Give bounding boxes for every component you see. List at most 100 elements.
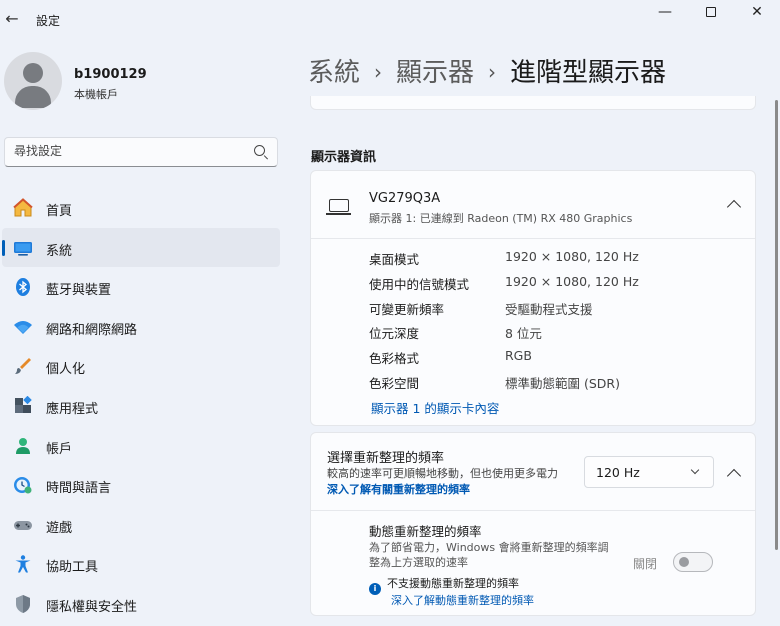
dynamic-refresh-toggle-label: 關閉 <box>633 557 658 571</box>
select-display-card <box>310 96 756 110</box>
info-value: 1920 × 1080, 120 Hz <box>505 249 639 264</box>
info-key: 使用中的信號模式 <box>369 276 470 292</box>
info-value: 1920 × 1080, 120 Hz <box>505 273 639 289</box>
back-arrow-icon: ← <box>5 9 19 28</box>
page-title: 進階型顯示器 <box>510 58 667 88</box>
sidebar-item-label: 應用程式 <box>46 401 99 417</box>
sidebar-item-gaming[interactable]: 遊戲 <box>2 505 280 545</box>
monitor-name: VG279Q3A <box>369 191 441 206</box>
user-name: b1900129 <box>74 67 147 82</box>
refresh-rate-learn-link[interactable]: 深入了解有關重新整理的頻率 <box>327 483 470 496</box>
wifi-icon <box>12 316 34 338</box>
brush-icon <box>12 355 34 377</box>
refresh-rate-title: 選擇重新整理的頻率 <box>327 451 445 466</box>
sidebar-item-label: 個人化 <box>46 362 86 378</box>
bluetooth-icon <box>12 276 34 298</box>
display-info-card: VG279Q3A 顯示器 1: 已連線到 Radeon (TM) RX 480 … <box>310 170 756 426</box>
toggle-knob <box>679 557 689 567</box>
scrollbar[interactable] <box>775 100 778 550</box>
apps-icon <box>12 395 34 417</box>
shield-icon <box>12 593 34 615</box>
refresh-rate-desc-text: 較高的速率可更順暢地移動，但也使用更多電力 <box>327 467 558 480</box>
sidebar-item-personalization[interactable]: 個人化 <box>2 346 280 386</box>
breadcrumb-display[interactable]: 顯示器 <box>396 58 474 88</box>
clock-globe-icon <box>12 474 34 496</box>
gamepad-icon <box>12 514 34 536</box>
avatar[interactable] <box>4 52 62 110</box>
info-row-color-space: 色彩空間 標準動態範圍 (SDR) <box>369 373 749 398</box>
info-value: 8 位元 <box>505 326 542 342</box>
info-key: 色彩格式 <box>369 351 420 367</box>
refresh-rate-header: 選擇重新整理的頻率 較高的速率可更順暢地移動，但也使用更多電力 深入了解有關重新… <box>311 433 755 511</box>
maximize-button[interactable] <box>688 0 734 26</box>
dynamic-refresh-toggle[interactable] <box>673 552 713 572</box>
sidebar-item-apps[interactable]: 應用程式 <box>2 386 280 426</box>
sidebar-item-time-language[interactable]: 時間與語言 <box>2 465 280 505</box>
breadcrumb: 系統 › 顯示器 › 進階型顯示器 <box>308 52 666 89</box>
display-info-header[interactable]: VG279Q3A 顯示器 1: 已連線到 Radeon (TM) RX 480 … <box>311 171 755 239</box>
info-key: 桌面模式 <box>369 252 420 267</box>
sidebar-item-label: 時間與語言 <box>46 481 112 497</box>
app-title: 設定 <box>36 14 61 28</box>
info-row-active-signal-mode: 使用中的信號模式 1920 × 1080, 120 Hz <box>369 274 749 299</box>
sidebar-item-accounts[interactable]: 帳戶 <box>2 426 280 466</box>
main-content: 顯示器資訊 VG279Q3A 顯示器 1: 已連線到 Radeon (TM) R… <box>308 96 770 626</box>
minimize-button[interactable]: — <box>642 0 688 26</box>
dynamic-refresh-learn-link[interactable]: 深入了解動態重新整理的頻率 <box>391 592 534 608</box>
chevron-up-icon[interactable] <box>726 199 742 215</box>
section-title: 顯示器資訊 <box>311 150 377 165</box>
adapter-properties-link[interactable]: 顯示器 1 的顯示卡內容 <box>371 398 499 417</box>
breadcrumb-separator: › <box>374 60 383 84</box>
search-box[interactable] <box>4 137 278 167</box>
chevron-up-icon[interactable] <box>726 468 742 484</box>
sidebar-item-label: 網路和網際網路 <box>46 322 138 338</box>
sidebar-nav: 首頁 系統 藍牙與裝置 網路和網際網路 個人化 應用程式 帳戶 時間與語言 遊戲… <box>0 188 282 624</box>
info-row-color-format: 色彩格式 RGB <box>369 348 749 373</box>
avatar-shoulders <box>15 86 51 108</box>
info-key: 色彩空間 <box>369 375 420 391</box>
refresh-rate-card: 選擇重新整理的頻率 較高的速率可更順暢地移動，但也使用更多電力 深入了解有關重新… <box>310 432 756 616</box>
breadcrumb-separator: › <box>488 60 497 84</box>
sidebar-item-label: 帳戶 <box>46 441 73 457</box>
refresh-rate-dropdown[interactable]: 120 Hz <box>584 456 714 488</box>
back-button[interactable]: ← <box>2 8 22 30</box>
sidebar-item-bluetooth[interactable]: 藍牙與裝置 <box>2 267 280 307</box>
info-value: 標準動態範圍 (SDR) <box>505 375 620 391</box>
dynamic-refresh-title: 動態重新整理的頻率 <box>369 524 482 539</box>
info-row-variable-refresh: 可變更新頻率 受驅動程式支援 <box>369 299 749 324</box>
sidebar-item-label: 協助工具 <box>46 560 99 576</box>
title-bar: ← 設定 — ✕ <box>0 0 780 40</box>
info-value: 受驅動程式支援 <box>505 301 593 317</box>
sidebar-item-label: 隱私權與安全性 <box>46 599 138 615</box>
refresh-rate-description: 較高的速率可更順暢地移動，但也使用更多電力 深入了解有關重新整理的頻率 <box>327 466 567 498</box>
info-value: RGB <box>505 348 532 364</box>
chevron-down-icon <box>690 465 700 475</box>
close-icon: ✕ <box>751 4 763 20</box>
unsupported-notice: 不支援動態重新整理的頻率 <box>387 577 519 590</box>
monitor-icon <box>326 199 351 215</box>
search-input[interactable] <box>14 144 244 158</box>
info-key: 位元深度 <box>369 326 420 342</box>
sidebar-item-label: 首頁 <box>46 204 73 219</box>
info-row-desktop-mode: 桌面模式 1920 × 1080, 120 Hz <box>369 249 749 274</box>
sidebar-item-home[interactable]: 首頁 <box>2 188 280 228</box>
refresh-rate-value: 120 Hz <box>596 465 640 480</box>
sidebar-item-system[interactable]: 系統 <box>2 227 280 268</box>
dynamic-refresh-description: 為了節省電力，Windows 會將重新整理的頻率調整為上方選取的速率 <box>369 541 609 569</box>
account-icon <box>12 435 34 457</box>
accessibility-icon <box>12 553 34 575</box>
system-icon <box>12 237 34 259</box>
sidebar-item-network[interactable]: 網路和網際網路 <box>2 307 280 347</box>
minimize-icon: — <box>658 4 672 20</box>
sidebar-item-accessibility[interactable]: 協助工具 <box>2 544 280 584</box>
display-info-rows: 桌面模式 1920 × 1080, 120 Hz 使用中的信號模式 1920 ×… <box>369 249 749 398</box>
sidebar-item-label: 系統 <box>46 243 73 259</box>
search-icon[interactable] <box>254 145 265 156</box>
close-button[interactable]: ✕ <box>734 0 780 26</box>
info-icon: i <box>369 583 381 595</box>
breadcrumb-system[interactable]: 系統 <box>308 58 360 88</box>
info-key: 可變更新頻率 <box>369 301 445 317</box>
maximize-icon <box>706 7 716 17</box>
home-icon <box>12 197 34 219</box>
sidebar-item-privacy[interactable]: 隱私權與安全性 <box>2 584 280 624</box>
